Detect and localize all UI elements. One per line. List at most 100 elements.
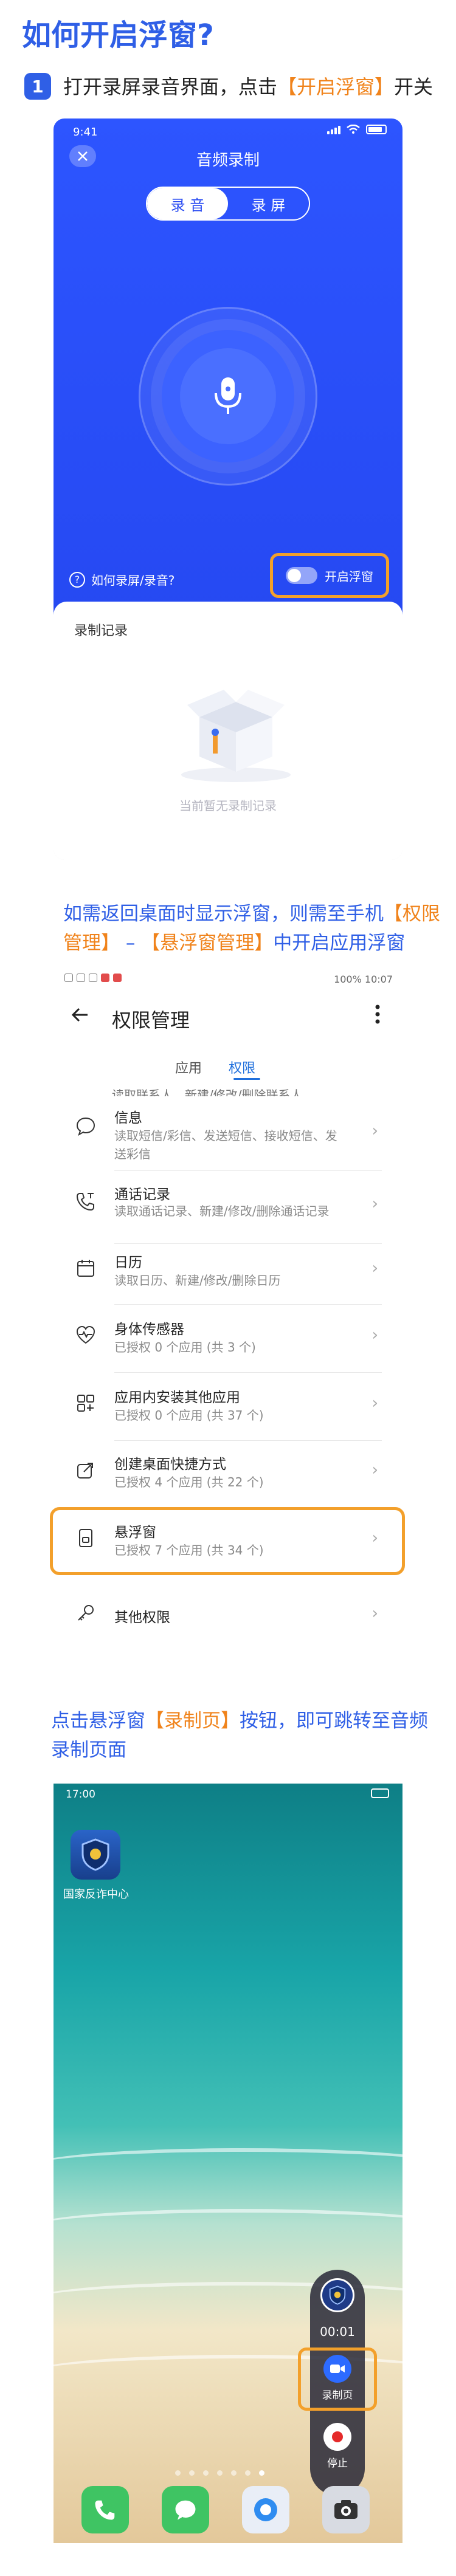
page-dot xyxy=(245,2470,250,2476)
empty-state-text: 当前暂无录制记录 xyxy=(179,799,277,813)
permission-item-messages[interactable]: 信息 读取短信/彩信、发送短信、接收短信、发送彩信 › xyxy=(54,1104,402,1170)
wifi-icon xyxy=(347,124,360,134)
section3-instruction: 点击悬浮窗【录制页】按钮，即可跳转至音频录制页面 xyxy=(51,1706,428,1765)
mode-segmented-control: 录 音 录 屏 xyxy=(146,187,310,221)
status-time: 17:00 xyxy=(66,1788,95,1801)
section2-prefix: 如需返回桌面时显示浮窗，则需至手机 xyxy=(63,903,384,925)
tab-audio[interactable]: 录 音 xyxy=(147,188,228,219)
microphone-icon xyxy=(215,377,241,414)
more-options-icon[interactable] xyxy=(375,1004,381,1029)
records-panel: 录制记录 当前暂无录制记录 xyxy=(54,602,402,860)
wave-decoration xyxy=(54,2148,402,2185)
app-avatar[interactable] xyxy=(320,2278,354,2312)
call-log-icon xyxy=(75,1191,96,1212)
permission-item-body-sensors[interactable]: 身体传感器 已授权 0 个应用 (共 3 个) › xyxy=(54,1317,402,1366)
page-dot xyxy=(175,2470,181,2476)
float-window-toggle[interactable]: 开启浮窗 xyxy=(270,553,389,598)
permission-title: 日历 xyxy=(114,1255,142,1271)
app-notification-icon xyxy=(101,974,109,982)
battery-icon xyxy=(371,1788,389,1798)
divider xyxy=(114,1304,382,1305)
status-bar: 100% 10:07 xyxy=(64,971,393,989)
section3-prefix: 点击悬浮窗 xyxy=(51,1710,145,1732)
divider xyxy=(114,1170,382,1171)
chevron-right-icon: › xyxy=(371,1195,378,1213)
empty-box-illustration xyxy=(175,675,291,782)
notification-icon xyxy=(64,974,73,982)
heart-rate-icon xyxy=(75,1325,96,1345)
browser-app-icon[interactable] xyxy=(242,2486,289,2533)
tab-permissions[interactable]: 权限 xyxy=(229,1057,255,1077)
float-toggle-label: 开启浮窗 xyxy=(325,569,373,584)
stop-icon xyxy=(332,2431,343,2442)
wifi-icon xyxy=(89,974,97,982)
permission-subtitle: 读取通话记录、新建/修改/删除通话记录 xyxy=(114,1204,330,1218)
toggle-switch[interactable] xyxy=(286,567,317,584)
key-icon xyxy=(75,1603,96,1624)
help-link[interactable]: ? 如何录屏/录音? xyxy=(69,571,174,588)
stop-label: 停止 xyxy=(327,2458,348,2470)
page-dot xyxy=(203,2470,209,2476)
camera-app-icon[interactable] xyxy=(322,2486,370,2533)
shortcut-icon xyxy=(75,1460,96,1480)
home-screen-screenshot: 17:00 国家反诈中心 00:01 录制页 停止 xyxy=(54,1784,402,2543)
page-title: 如何开启浮窗? xyxy=(22,18,214,52)
permission-item-install-apps[interactable]: 应用内安装其他应用 已授权 0 个应用 (共 37 个) › xyxy=(54,1386,402,1434)
back-arrow-icon[interactable] xyxy=(71,1005,95,1029)
permission-title: 其他权限 xyxy=(114,1610,170,1626)
contacts-partial-row: 读取联系人、新建/修改/删除联系人 xyxy=(112,1088,303,1096)
step-text-highlight: 【开启浮窗】 xyxy=(277,75,395,98)
tutorial-page: 如何开启浮窗? 1 打开录屏录音界面，点击【开启浮窗】开关 9:41 音频录制 xyxy=(0,0,456,2576)
recorder-header: 9:41 音频录制 录 音 录 屏 ? 如何录屏/录音? 开启浮窗 xyxy=(54,118,402,617)
page-dot xyxy=(217,2470,223,2476)
permission-title: 通话记录 xyxy=(114,1187,170,1203)
chevron-right-icon: › xyxy=(371,1604,378,1623)
permission-title: 身体传感器 xyxy=(114,1322,184,1338)
divider xyxy=(114,1372,382,1373)
step-badge: 1 xyxy=(24,73,51,100)
step-text-suffix: 开关 xyxy=(394,75,434,98)
records-label: 录制记录 xyxy=(74,623,128,639)
tab-apps[interactable]: 应用 xyxy=(175,1057,202,1077)
phone-app-icon[interactable] xyxy=(81,2486,129,2533)
help-text: 如何录屏/录音? xyxy=(91,573,175,588)
app-label: 国家反诈中心 xyxy=(63,1888,129,1901)
anti-fraud-app-icon[interactable] xyxy=(71,1830,120,1880)
page-dot xyxy=(259,2470,264,2476)
app-notification-icon xyxy=(113,974,122,982)
permissions-screenshot: 100% 10:07 权限管理 应用 权限 读取联系人、新建/修改/删除联系人 … xyxy=(50,966,405,1671)
question-icon: ? xyxy=(69,571,85,588)
chevron-right-icon: › xyxy=(371,1122,378,1140)
record-button[interactable] xyxy=(180,348,276,444)
divider xyxy=(114,1243,382,1244)
permission-item-shortcuts[interactable]: 创建桌面快捷方式 已授权 4 个应用 (共 22 个) › xyxy=(54,1452,402,1501)
permission-item-other[interactable]: 其他权限 › xyxy=(54,1598,402,1635)
page-indicator xyxy=(175,2470,264,2476)
permission-subtitle: 读取短信/彩信、发送短信、接收短信、发送彩信 xyxy=(114,1128,337,1161)
permission-item-calendar[interactable]: 日历 读取日历、新建/修改/删除日历 › xyxy=(54,1251,402,1299)
recorder-screenshot: 9:41 音频录制 录 音 录 屏 ? 如何录屏/录音? 开启浮窗 录制记录 当… xyxy=(54,118,402,860)
messages-app-icon[interactable] xyxy=(162,2486,209,2533)
section2-middle: – xyxy=(120,932,142,954)
permission-item-call-log[interactable]: 通话记录 读取通话记录、新建/修改/删除通话记录 › xyxy=(54,1180,402,1241)
status-bar: 9:41 xyxy=(54,118,402,145)
battery-icon xyxy=(366,125,387,134)
page-dot xyxy=(189,2470,195,2476)
section2-instruction: 如需返回桌面时显示浮窗，则需至手机【权限管理】 – 【悬浮窗管理】中开启应用浮窗 xyxy=(63,899,440,958)
message-icon xyxy=(75,1116,96,1136)
status-time: 9:41 xyxy=(73,126,98,139)
install-apps-icon xyxy=(75,1393,96,1413)
stop-button[interactable] xyxy=(323,2423,351,2451)
recording-timer: 00:01 xyxy=(320,2324,355,2339)
tab-screen[interactable]: 录 屏 xyxy=(228,188,309,219)
permission-subtitle: 已授权 0 个应用 (共 3 个) xyxy=(114,1340,256,1355)
shield-icon xyxy=(329,2286,346,2305)
permission-title: 创建桌面快捷方式 xyxy=(114,1457,226,1472)
shield-icon xyxy=(81,1838,109,1871)
permissions-title: 权限管理 xyxy=(112,1009,190,1032)
chevron-right-icon: › xyxy=(371,1394,378,1412)
record-page-highlight xyxy=(298,2348,377,2411)
permission-title: 信息 xyxy=(114,1110,142,1126)
step-instruction: 打开录屏录音界面，点击【开启浮窗】开关 xyxy=(63,72,433,100)
divider xyxy=(114,1440,382,1441)
